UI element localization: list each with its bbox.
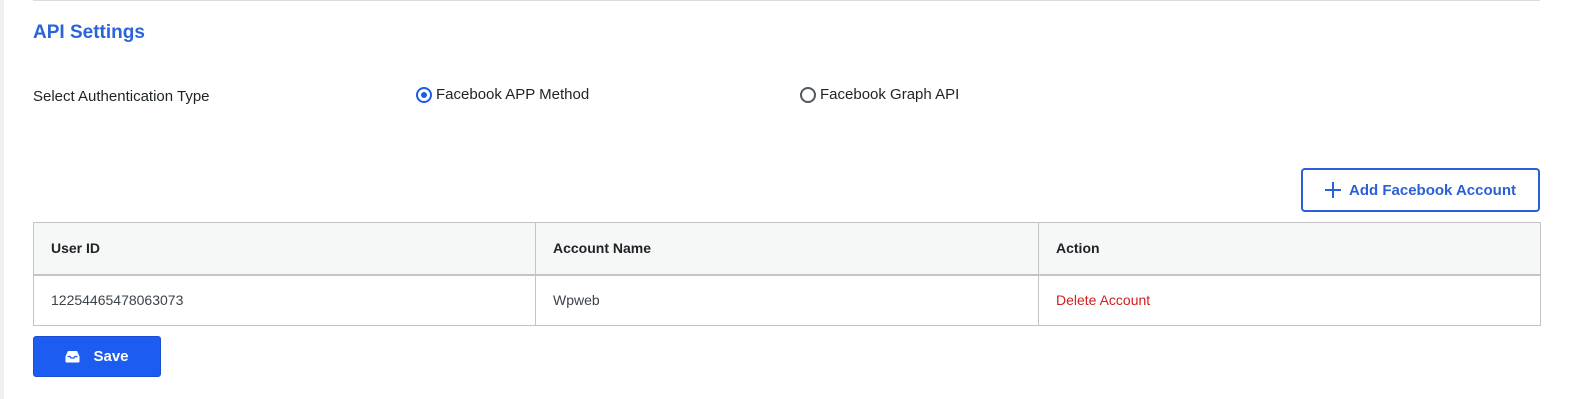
radio-checked-icon[interactable] — [416, 86, 432, 103]
radio-label-graph-api: Facebook Graph API — [820, 86, 960, 103]
header-account-name: Account Name — [535, 222, 1039, 276]
api-settings-page: API Settings Select Authentication Type … — [0, 0, 1581, 399]
radio-label-app-method: Facebook APP Method — [436, 86, 590, 103]
cell-account-name: Wpweb — [535, 274, 1039, 326]
delete-account-link[interactable]: Delete Account — [1056, 292, 1150, 308]
cell-user-id: 12254465478063073 — [33, 274, 536, 326]
plus-icon — [1325, 182, 1342, 198]
inbox-icon — [65, 350, 80, 363]
accounts-table: User ID Account Name Action 122544654780… — [33, 222, 1541, 326]
add-facebook-account-label: Add Facebook Account — [1349, 181, 1516, 199]
section-title: API Settings — [33, 22, 145, 43]
cell-action: Delete Account — [1038, 274, 1541, 326]
radio-unchecked-icon[interactable] — [800, 86, 816, 103]
top-divider — [33, 0, 1540, 1]
table-row: 12254465478063073 Wpweb Delete Account — [33, 274, 1541, 326]
left-edge — [0, 0, 4, 399]
radio-facebook-graph-api[interactable]: Facebook Graph API — [800, 86, 959, 103]
table-header-row: User ID Account Name Action — [33, 222, 1541, 276]
auth-type-label: Select Authentication Type — [33, 88, 210, 105]
save-button[interactable]: Save — [33, 336, 161, 377]
add-facebook-account-button[interactable]: Add Facebook Account — [1301, 168, 1540, 212]
header-user-id: User ID — [33, 222, 536, 276]
header-action: Action — [1038, 222, 1541, 276]
save-label: Save — [93, 348, 129, 365]
radio-facebook-app-method[interactable]: Facebook APP Method — [416, 86, 589, 103]
